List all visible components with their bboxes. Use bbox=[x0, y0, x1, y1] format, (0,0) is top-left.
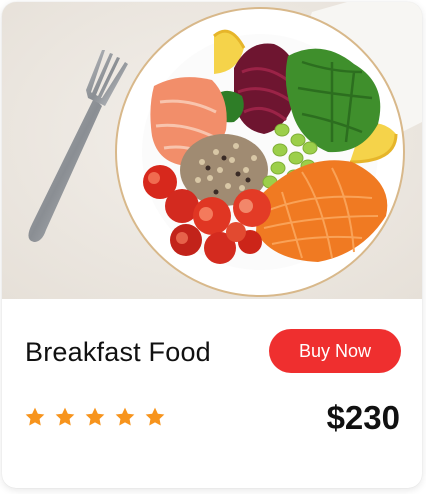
star-icon bbox=[25, 407, 45, 426]
star-rating bbox=[24, 406, 166, 432]
star-icon bbox=[115, 407, 135, 426]
star-icon bbox=[145, 407, 165, 426]
product-price: $230 bbox=[326, 399, 400, 436]
buy-now-button[interactable]: Buy Now bbox=[269, 329, 401, 373]
food-photo bbox=[2, 2, 422, 299]
star-icon bbox=[55, 407, 75, 426]
product-title: Breakfast Food bbox=[25, 337, 211, 367]
star-icon bbox=[85, 407, 105, 426]
product-card: Breakfast Food Buy Now $230 bbox=[2, 2, 422, 488]
